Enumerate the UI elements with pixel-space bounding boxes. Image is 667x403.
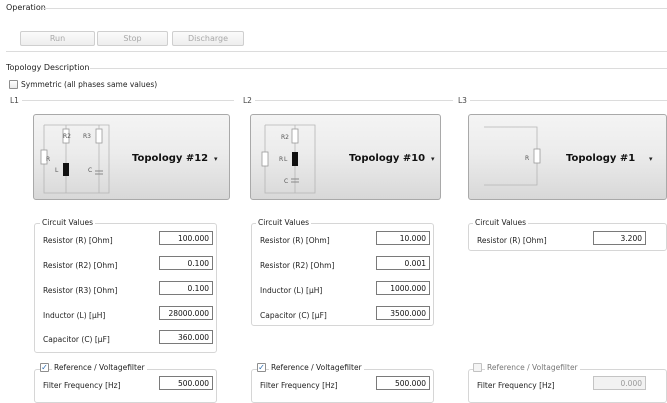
filter-frequency-input-l2[interactable]: 500.000: [376, 376, 430, 390]
filter-label-l1: Reference / Voltagefilter: [52, 363, 147, 372]
diagram-label-r: R: [46, 156, 51, 163]
row-label-l2-l: Inductor (L) [µH]: [260, 286, 323, 295]
resistor-r-input-l1[interactable]: 100.000: [159, 231, 213, 245]
filter-checkbox-l3[interactable]: [473, 363, 482, 372]
row-label-l2-c: Capacitor (C) [µF]: [260, 311, 327, 320]
diagram-label-l: L: [55, 167, 59, 174]
filter-frequency-label-l2: Filter Frequency [Hz]: [260, 381, 338, 390]
capacitor-c-input-l1[interactable]: 360.000: [159, 330, 213, 344]
topology-name-l1: Topology #12: [132, 153, 209, 164]
diagram-label-r2: R2: [281, 134, 289, 141]
phase-divider-l2: [255, 100, 453, 101]
phase-label-l1: L1: [10, 96, 19, 105]
filter-label-l3: Reference / Voltagefilter: [485, 363, 580, 372]
filter-checkbox-l1[interactable]: ✓: [40, 363, 49, 372]
topology-selector-l3[interactable]: R Topology #1 ▾: [468, 114, 667, 200]
topology-selector-l2[interactable]: R R2 L C Topology #10 ▾: [250, 114, 441, 200]
symmetric-label: Symmetric (all phases same values): [21, 80, 158, 89]
topology-name-l2: Topology #10: [349, 153, 426, 164]
filter-frequency-input-l3[interactable]: 0.000: [593, 376, 646, 390]
resistor-r3-input-l1[interactable]: 0.100: [159, 281, 213, 295]
phase-label-l2: L2: [243, 96, 252, 105]
circuit-diagram-l3: [484, 126, 541, 186]
resistor-r-input-l2[interactable]: 10.000: [376, 231, 430, 245]
row-label-l3-r: Resistor (R) [Ohm]: [477, 236, 547, 245]
inductor-l-input-l1[interactable]: 28000.000: [159, 306, 213, 320]
topology-divider: [90, 68, 667, 69]
topology-selector-l1[interactable]: R R2 R3 L C Topology #12 ▾: [33, 114, 230, 200]
row-label-l1-l: Inductor (L) [µH]: [43, 311, 106, 320]
resistor-r2-input-l1[interactable]: 0.100: [159, 256, 213, 270]
topology-description-title: Topology Description: [6, 63, 90, 72]
caret-down-icon: ▾: [431, 155, 435, 163]
diagram-label-r2: R2: [63, 133, 71, 140]
phase-label-l3: L3: [458, 96, 467, 105]
discharge-button[interactable]: Discharge: [172, 31, 244, 46]
phase-divider-l3: [470, 100, 667, 101]
row-label-l2-r: Resistor (R) [Ohm]: [260, 236, 330, 245]
diagram-label-r: R: [279, 156, 284, 163]
filter-checkbox-l2[interactable]: ✓: [257, 363, 266, 372]
circuit-values-title-l2: Circuit Values: [256, 218, 312, 227]
topology-name-l3: Topology #1: [566, 153, 636, 164]
circuit-values-title-l3: Circuit Values: [473, 218, 529, 227]
diagram-label-c: C: [88, 167, 93, 174]
row-label-l1-r3: Resistor (R3) [Ohm]: [43, 286, 118, 295]
resistor-r-input-l3[interactable]: 3.200: [593, 231, 646, 245]
operation-bottom-divider: [6, 51, 667, 52]
diagram-label-c: C: [284, 178, 289, 185]
row-label-l2-r2: Resistor (R2) [Ohm]: [260, 261, 335, 270]
inductor-l-input-l2[interactable]: 1000.000: [376, 281, 430, 295]
operation-divider: [42, 8, 667, 9]
row-label-l1-c: Capacitor (C) [µF]: [43, 335, 110, 344]
filter-frequency-input-l1[interactable]: 500.000: [159, 376, 213, 390]
circuit-diagram-l1: [40, 124, 110, 194]
operation-title: Operation: [6, 3, 46, 12]
stop-button[interactable]: Stop: [97, 31, 168, 46]
filter-frequency-label-l3: Filter Frequency [Hz]: [477, 381, 555, 390]
circuit-values-title-l1: Circuit Values: [40, 218, 96, 227]
capacitor-c-input-l2[interactable]: 3500.000: [376, 306, 430, 320]
filter-label-l2: Reference / Voltagefilter: [269, 363, 364, 372]
phase-divider-l1: [22, 100, 234, 101]
resistor-r2-input-l2[interactable]: 0.001: [376, 256, 430, 270]
checkmark-icon: ✓: [41, 362, 48, 372]
symmetric-checkbox[interactable]: [9, 80, 18, 89]
caret-down-icon: ▾: [214, 155, 218, 163]
run-button[interactable]: Run: [20, 31, 95, 46]
caret-down-icon: ▾: [649, 155, 653, 163]
diagram-label-l: L: [284, 156, 288, 163]
row-label-l1-r: Resistor (R) [Ohm]: [43, 236, 113, 245]
diagram-label-r: R: [525, 155, 530, 162]
circuit-diagram-l2: [261, 124, 316, 194]
checkmark-icon: ✓: [258, 362, 265, 372]
diagram-label-r3: R3: [83, 133, 91, 140]
row-label-l1-r2: Resistor (R2) [Ohm]: [43, 261, 118, 270]
filter-frequency-label-l1: Filter Frequency [Hz]: [43, 381, 121, 390]
